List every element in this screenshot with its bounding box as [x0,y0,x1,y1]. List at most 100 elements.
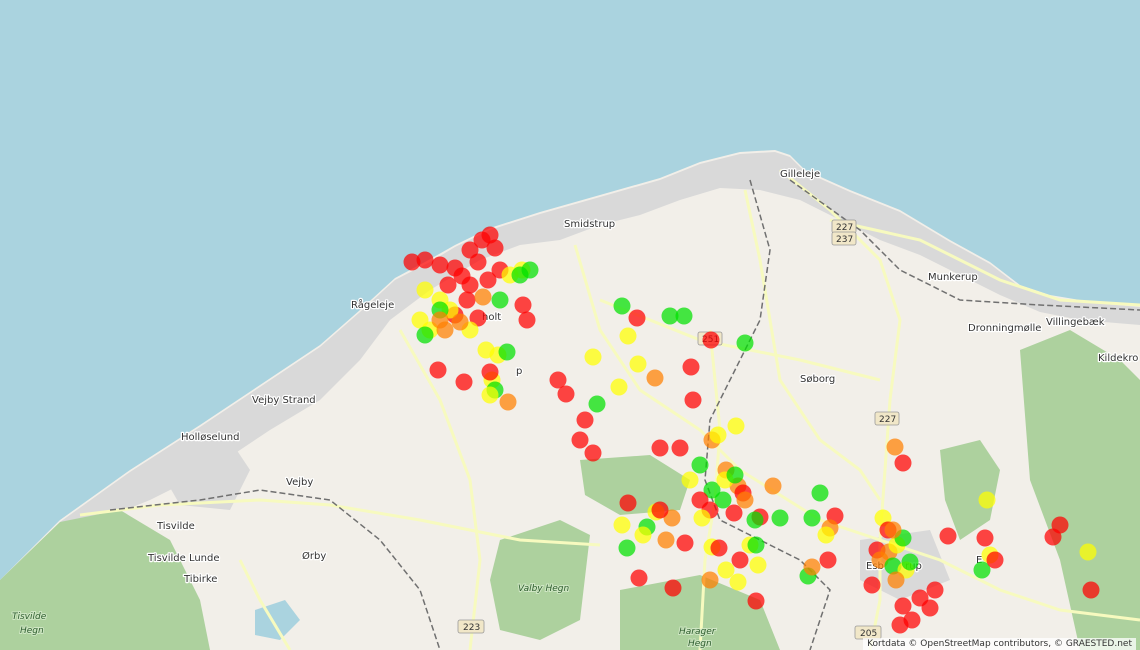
marker-orange[interactable] [701,571,719,589]
marker-red[interactable] [458,291,476,309]
marker-red[interactable] [939,527,957,545]
marker-yellow[interactable] [613,516,631,534]
marker-green[interactable] [726,466,744,484]
svg-text:227: 227 [879,415,896,425]
marker-red[interactable] [429,361,447,379]
forest-label-harager-2: Hegn [688,639,712,649]
marker-yellow[interactable] [693,509,711,527]
marker-yellow[interactable] [681,471,699,489]
marker-red[interactable] [926,581,944,599]
marker-red[interactable] [651,439,669,457]
marker-red[interactable] [481,363,499,381]
marker-red[interactable] [986,551,1004,569]
marker-red[interactable] [557,385,575,403]
marker-yellow[interactable] [619,327,637,345]
marker-red[interactable] [710,539,728,557]
map-view[interactable]: Smidstrup Gilleleje Rågeleje holt Vejby … [0,0,1140,650]
marker-yellow[interactable] [411,311,429,329]
marker-green[interactable] [416,326,434,344]
marker-red[interactable] [731,551,749,569]
marker-green[interactable] [675,307,693,325]
marker-red[interactable] [819,551,837,569]
marker-green[interactable] [736,334,754,352]
marker-green[interactable] [588,395,606,413]
marker-green[interactable] [498,343,516,361]
marker-orange[interactable] [499,393,517,411]
marker-red[interactable] [725,504,743,522]
marker-red[interactable] [469,253,487,271]
marker-red[interactable] [416,251,434,269]
marker-green[interactable] [746,511,764,529]
marker-red[interactable] [664,579,682,597]
marker-yellow[interactable] [978,491,996,509]
marker-red[interactable] [702,331,720,349]
marker-orange[interactable] [886,438,904,456]
marker-red[interactable] [691,491,709,509]
marker-red[interactable] [894,597,912,615]
marker-green[interactable] [901,553,919,571]
marker-green[interactable] [811,484,829,502]
marker-red[interactable] [747,592,765,610]
marker-red[interactable] [671,439,689,457]
marker-red[interactable] [619,494,637,512]
marker-red[interactable] [455,373,473,391]
marker-green[interactable] [771,509,789,527]
marker-red[interactable] [1082,581,1100,599]
marker-yellow[interactable] [729,573,747,591]
marker-red[interactable] [486,239,504,257]
marker-red[interactable] [431,256,449,274]
marker-yellow[interactable] [709,426,727,444]
marker-red[interactable] [1051,516,1069,534]
marker-yellow[interactable] [610,378,628,396]
marker-green[interactable] [521,261,539,279]
marker-green[interactable] [618,539,636,557]
marker-yellow[interactable] [727,417,745,435]
road-shield-237: 237 [831,231,857,246]
marker-orange[interactable] [736,491,754,509]
marker-red[interactable] [461,276,479,294]
marker-green[interactable] [691,456,709,474]
marker-orange[interactable] [803,558,821,576]
marker-red[interactable] [651,501,669,519]
marker-yellow[interactable] [1079,543,1097,561]
marker-red[interactable] [682,358,700,376]
marker-orange[interactable] [646,369,664,387]
place-label-vejby: Vejby [286,477,313,488]
forest-label-valby-hegn: Valby Hegn [518,584,570,594]
marker-yellow[interactable] [584,348,602,366]
marker-red[interactable] [630,569,648,587]
marker-yellow[interactable] [717,561,735,579]
marker-red[interactable] [891,616,909,634]
marker-red[interactable] [514,296,532,314]
marker-orange[interactable] [474,288,492,306]
marker-orange[interactable] [657,531,675,549]
marker-yellow[interactable] [629,355,647,373]
marker-orange[interactable] [887,571,905,589]
marker-yellow[interactable] [634,526,652,544]
marker-red[interactable] [684,391,702,409]
marker-orange[interactable] [884,521,902,539]
marker-orange[interactable] [764,477,782,495]
marker-green[interactable] [491,291,509,309]
marker-orange[interactable] [451,313,469,331]
place-label-tisvilde: Tisvilde [156,521,195,532]
marker-red[interactable] [676,534,694,552]
marker-red[interactable] [584,444,602,462]
marker-green[interactable] [613,297,631,315]
marker-red[interactable] [863,576,881,594]
marker-red[interactable] [921,599,939,617]
marker-red[interactable] [628,309,646,327]
marker-green[interactable] [747,536,765,554]
marker-red[interactable] [518,311,536,329]
marker-orange[interactable] [431,311,449,329]
marker-red[interactable] [894,454,912,472]
marker-yellow[interactable] [481,386,499,404]
marker-yellow[interactable] [416,281,434,299]
marker-yellow[interactable] [817,526,835,544]
marker-red[interactable] [571,431,589,449]
marker-green[interactable] [803,509,821,527]
marker-yellow[interactable] [749,556,767,574]
marker-red[interactable] [976,529,994,547]
marker-red[interactable] [576,411,594,429]
marker-red[interactable] [439,276,457,294]
